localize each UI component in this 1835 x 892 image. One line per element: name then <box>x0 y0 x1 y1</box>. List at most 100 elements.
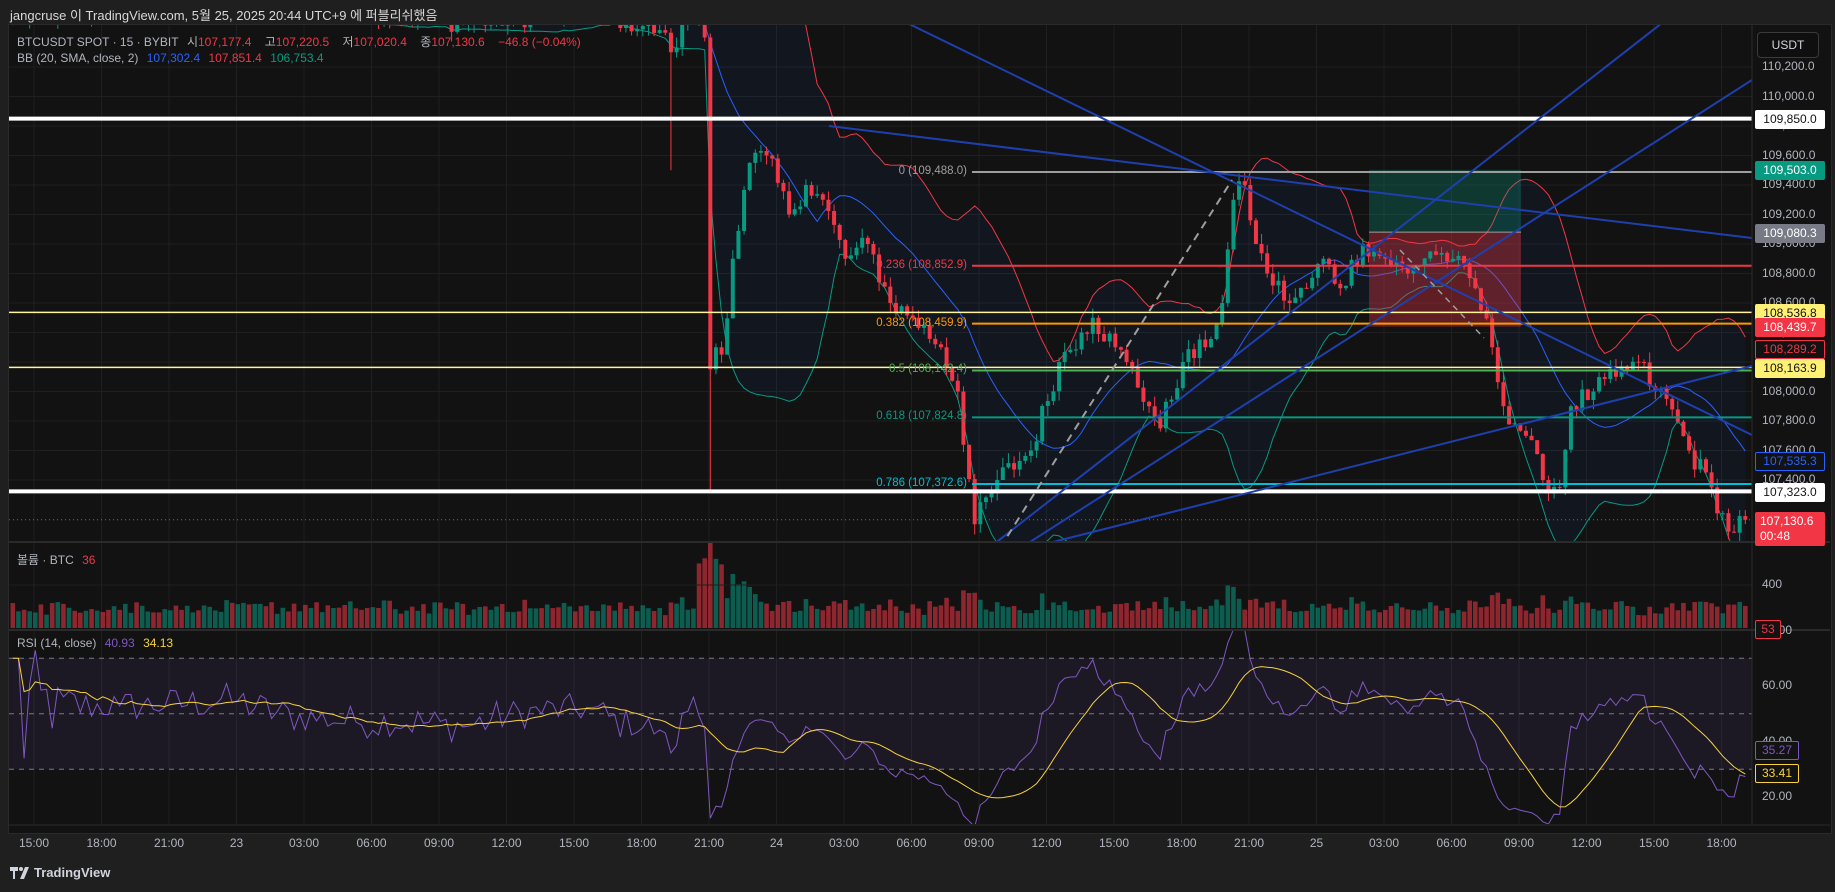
symbol-legend[interactable]: BTCUSDT SPOT · 15 · BYBIT 시107,177.4 고10… <box>17 33 586 50</box>
volume-bar <box>1619 601 1624 628</box>
candle-body <box>1343 285 1348 289</box>
bar-countdown: 00:48 <box>1755 526 1825 546</box>
candle-body <box>888 286 893 303</box>
volume-bar <box>702 558 707 628</box>
volume-bar <box>1169 607 1174 628</box>
symbol-name[interactable]: BTCUSDT SPOT · 15 · BYBIT <box>17 35 179 49</box>
bb-label[interactable]: BB (20, SMA, close, 2) <box>17 51 138 65</box>
candle-body <box>1310 277 1315 289</box>
tradingview-logo[interactable]: TradingView <box>10 865 110 880</box>
volume-bar <box>1180 601 1186 628</box>
candle-body <box>1523 430 1528 436</box>
candle-body <box>1265 253 1270 274</box>
fib-level-label[interactable]: 0 (109,488.0) <box>767 165 967 177</box>
volume-bar <box>196 610 201 628</box>
rsi-label[interactable]: RSI (14, close) <box>17 636 96 650</box>
volume-bar <box>1439 610 1444 628</box>
fib-level-label[interactable]: 0.5 (108,142.4) <box>767 363 967 375</box>
currency-button[interactable]: USDT <box>1757 32 1819 58</box>
volume-bar <box>1709 603 1714 628</box>
candle-body <box>416 9 420 22</box>
volume-bar <box>207 606 212 628</box>
volume-bar <box>651 610 657 628</box>
volume-bar <box>724 598 730 628</box>
candle-body <box>573 0 577 10</box>
volume-bar <box>1231 586 1236 628</box>
volume-bar <box>978 599 983 628</box>
volume-bar <box>1236 598 1242 628</box>
candle-body <box>1045 401 1050 406</box>
fib-level-label[interactable]: 0.786 (107,372.6) <box>767 477 967 489</box>
volume-bar <box>1726 604 1731 628</box>
volume-bar <box>21 609 27 628</box>
volume-bar <box>904 612 910 628</box>
volume-bar <box>1090 609 1096 628</box>
candle-body <box>1439 252 1444 255</box>
candle-body <box>770 155 775 159</box>
volume-bar <box>876 604 882 628</box>
volume-bar <box>1653 613 1658 628</box>
candle-body <box>270 0 274 2</box>
volume-bar <box>370 607 376 628</box>
volume-bar <box>229 602 235 628</box>
volume-bar <box>156 612 162 628</box>
fib-level-label[interactable]: 0.618 (107,824.8) <box>767 410 967 422</box>
candle-body <box>1073 349 1078 351</box>
candle-body <box>343 8 347 9</box>
candle-body <box>1597 377 1602 392</box>
volume-bar <box>1124 603 1129 628</box>
candle-body <box>674 47 679 53</box>
volume-bar <box>657 608 662 628</box>
candle-body <box>1636 361 1641 363</box>
volume-bar <box>1360 601 1366 628</box>
candle-body <box>820 194 825 200</box>
bb-legend[interactable]: BB (20, SMA, close, 2) 107,302.4 107,851… <box>17 51 329 65</box>
volume-bar <box>938 605 944 628</box>
fib-level-label[interactable]: 0.382 (108,459.9) <box>767 317 967 329</box>
rsi-legend[interactable]: RSI (14, close) 40.93 34.13 <box>17 636 178 650</box>
candle-body <box>551 6 555 8</box>
candle-body <box>1158 417 1163 429</box>
volume-bar <box>1248 599 1253 628</box>
volume-bar <box>1039 593 1045 628</box>
volume-bar <box>927 601 932 628</box>
volume-bar <box>376 607 381 628</box>
volume-bar <box>983 609 989 628</box>
volume-bar <box>173 605 179 628</box>
price-tag: 107,323.0 <box>1755 482 1825 502</box>
candle-body <box>702 25 707 38</box>
volume-bar <box>1253 598 1259 628</box>
volume-bar <box>151 612 156 628</box>
candle-body <box>196 0 200 6</box>
volume-bar <box>1428 602 1433 628</box>
time-axis-label: 06:00 <box>356 836 387 850</box>
candle-body <box>73 4 77 6</box>
volume-legend[interactable]: 볼륨 · BTC 36 <box>17 551 100 568</box>
fib-level-label[interactable]: 0.236 (108,852.9) <box>767 259 967 271</box>
volume-bar <box>1309 603 1315 628</box>
candle-body <box>354 0 358 8</box>
candle-body <box>67 4 71 7</box>
candle-body <box>1079 332 1084 350</box>
volume-label[interactable]: 볼륨 · BTC <box>17 553 74 567</box>
candle-body <box>764 151 769 156</box>
candle-body <box>1433 251 1438 255</box>
volume-bar <box>1146 608 1152 628</box>
price-axis-label: 108,800.0 <box>1762 265 1816 280</box>
volume-bar <box>449 609 454 628</box>
volume-bar <box>1602 609 1607 628</box>
volume-bar <box>595 611 601 628</box>
volume-bar <box>1174 611 1180 628</box>
volume-bar <box>713 558 719 628</box>
rsi-ma-value: 34.13 <box>143 636 174 650</box>
chart-canvas[interactable] <box>0 0 1835 892</box>
candle-body <box>1113 333 1118 348</box>
price-axis-label: 107,800.0 <box>1762 413 1816 427</box>
candle-body <box>461 20 465 23</box>
volume-bar <box>786 600 792 628</box>
volume-bar <box>606 605 612 628</box>
time-axis-label: 12:00 <box>1031 836 1062 850</box>
volume-bar <box>1017 610 1022 628</box>
time-axis-label: 09:00 <box>1503 836 1535 850</box>
candle-body <box>112 2 116 16</box>
